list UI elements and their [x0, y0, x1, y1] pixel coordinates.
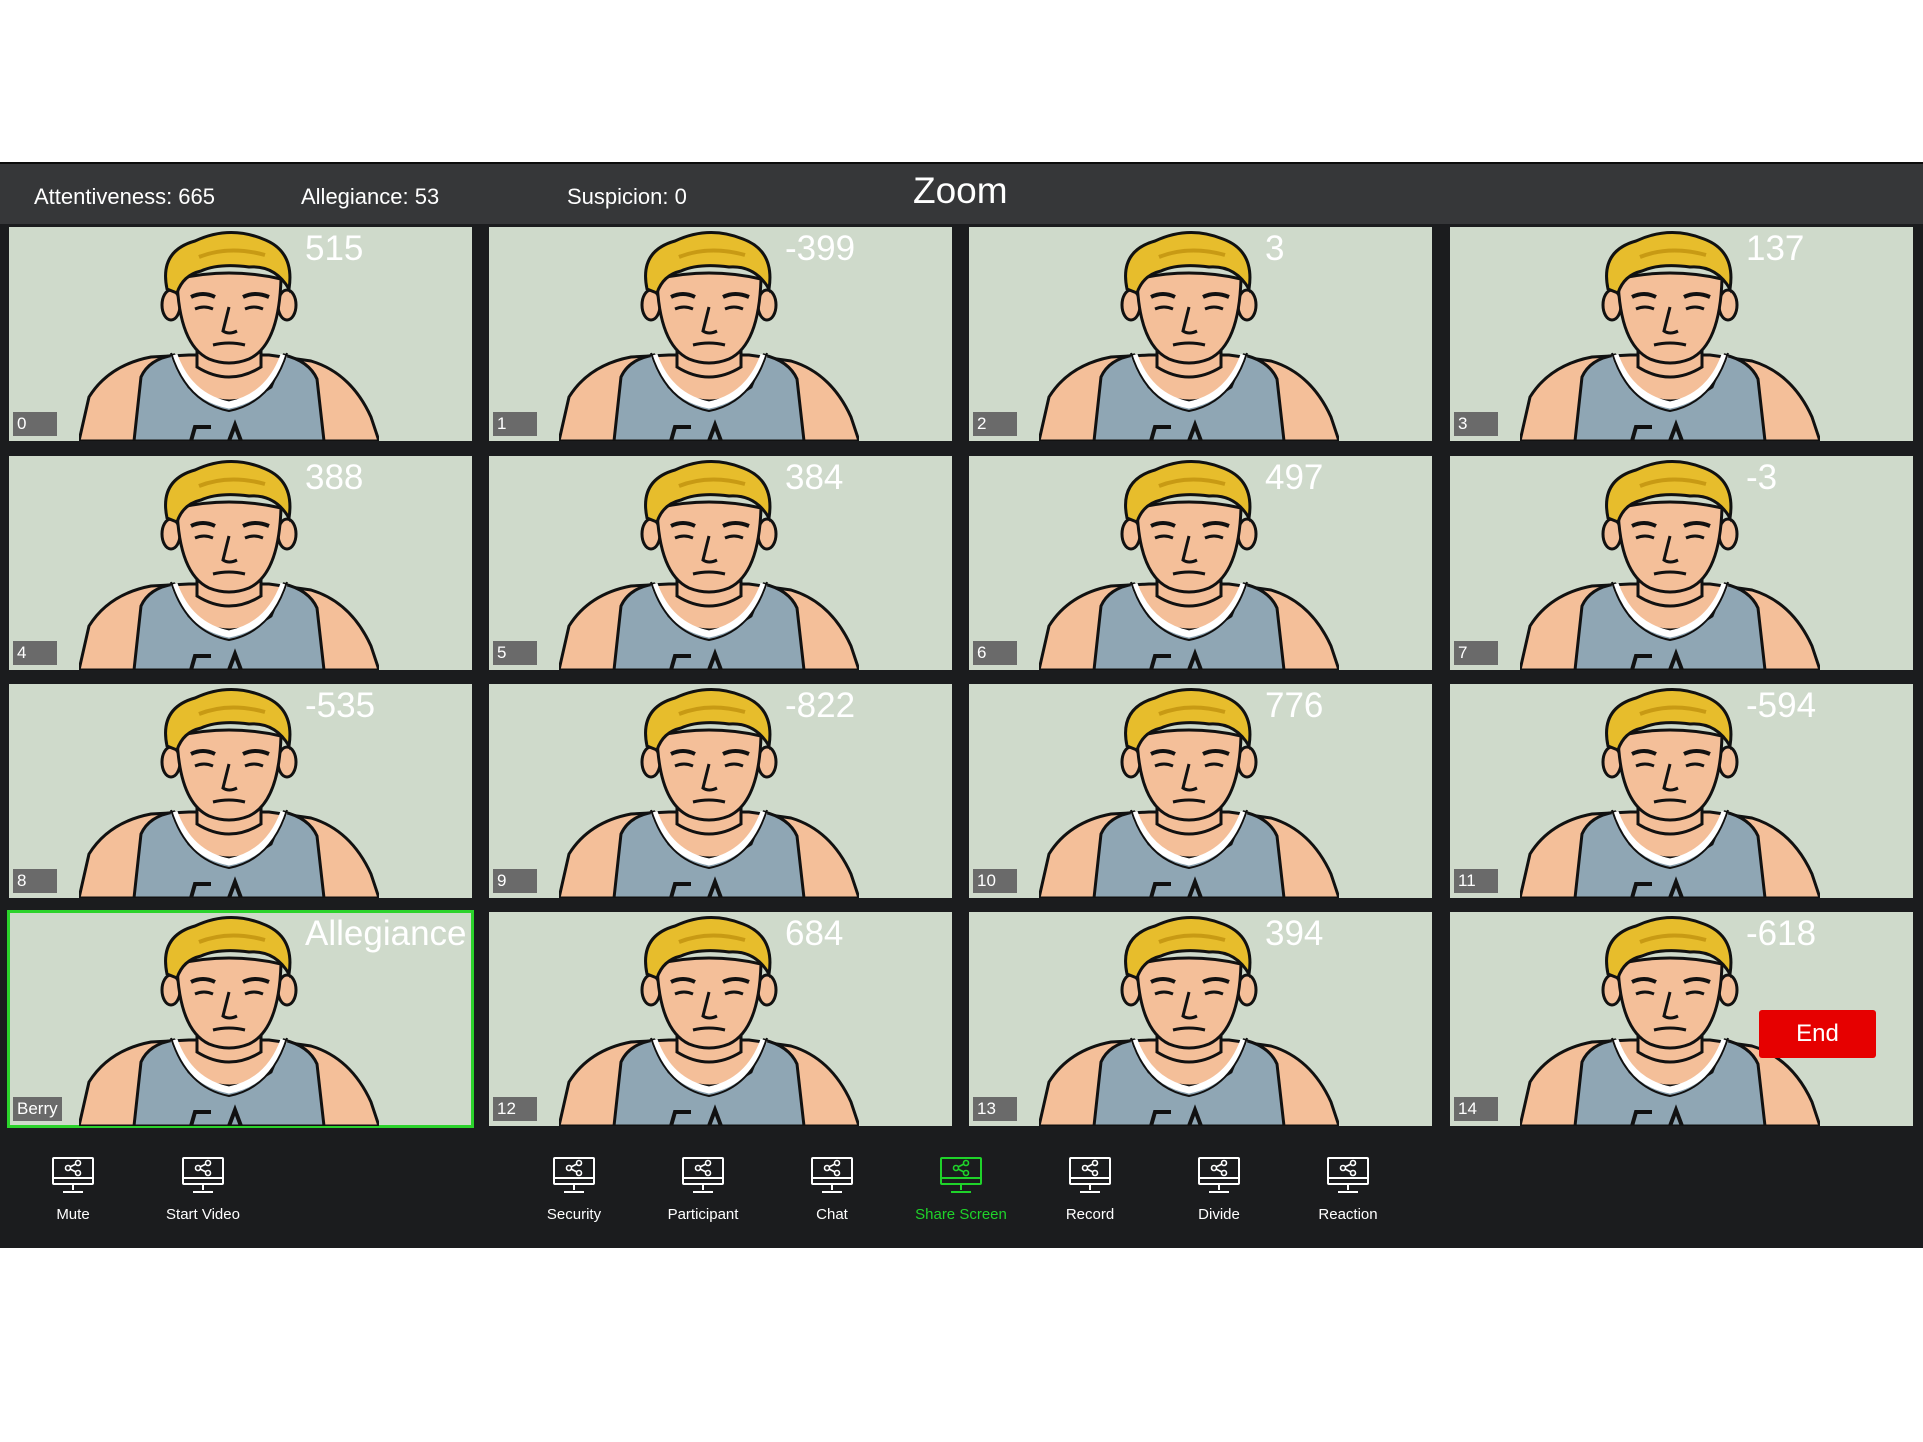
participant-score: 684: [785, 914, 844, 953]
participant-score: 497: [1265, 458, 1324, 497]
toolbar-button-label: Mute: [56, 1206, 90, 1223]
share-screen-icon: [181, 1156, 225, 1198]
participant-score: 384: [785, 458, 844, 497]
record-button[interactable]: Record: [1025, 1156, 1155, 1236]
participant-name-label: 8: [13, 869, 57, 893]
player-portrait-image: [1039, 227, 1339, 441]
toolbar-button-label: Participant: [667, 1206, 739, 1223]
participant-score: -535: [305, 686, 376, 725]
participant-score: 388: [305, 458, 364, 497]
participant-score: -399: [785, 229, 856, 268]
participant-score: 515: [305, 229, 364, 268]
participant-name-label: 1: [493, 412, 537, 436]
participant-name-label: 11: [1454, 869, 1498, 893]
participant-name-label: 14: [1454, 1097, 1498, 1121]
participant-name-label: 2: [973, 412, 1017, 436]
participant-score: -618: [1746, 914, 1817, 953]
share-screen-icon: [1068, 1156, 1112, 1198]
share-screen-icon: [1197, 1156, 1241, 1198]
participant-tile[interactable]: 32: [969, 227, 1432, 441]
share-screen-icon: [939, 1156, 983, 1198]
participant-name-label: 4: [13, 641, 57, 665]
suspicion-stat: Suspicion: 0: [567, 184, 687, 209]
participant-tile[interactable]: -594 11: [1450, 684, 1913, 898]
participant-tile[interactable]: -535 8: [9, 684, 472, 898]
bottom-toolbar: Mute Start Video Security Participant Chat Sh…: [0, 1140, 1923, 1246]
allegiance-stat: Allegiance: 53: [301, 184, 440, 209]
share-screen-icon: [810, 1156, 854, 1198]
participant-tile[interactable]: -399 1: [489, 227, 952, 441]
zoom-window: Attentiveness: 665 Allegiance: 53 Suspic…: [0, 162, 1923, 1248]
participant-name-label: 0: [13, 412, 57, 436]
participant-score: 137: [1746, 229, 1805, 268]
participant-score: Allegiance: [305, 914, 467, 953]
participant-tile[interactable]: 388 4: [9, 456, 472, 670]
top-bar: Attentiveness: 665 Allegiance: 53 Suspic…: [0, 164, 1923, 224]
participant-name-label: 9: [493, 869, 537, 893]
participant-tile[interactable]: 137 3: [1450, 227, 1913, 441]
divide-button[interactable]: Divide: [1154, 1156, 1284, 1236]
participant-name-label: Berry: [13, 1097, 62, 1121]
participant-button[interactable]: Participant: [638, 1156, 768, 1236]
participant-name-label: 12: [493, 1097, 537, 1121]
start-video-button[interactable]: Start Video: [138, 1156, 268, 1236]
participant-tile[interactable]: -822 9: [489, 684, 952, 898]
participant-grid: 515 0 -399 1 3 2 137 3 388 4 384 5 497 6 -3 7 -535 8 -822 9…: [0, 226, 1923, 1138]
participant-tile[interactable]: -3 7: [1450, 456, 1913, 670]
participant-name-label: 3: [1454, 412, 1498, 436]
reaction-button[interactable]: Reaction: [1283, 1156, 1413, 1236]
share-screen-icon: [552, 1156, 596, 1198]
toolbar-button-label: Reaction: [1318, 1206, 1378, 1223]
participant-name-label: 13: [973, 1097, 1017, 1121]
participant-score: -594: [1746, 686, 1817, 725]
participant-tile[interactable]: 394 13: [969, 912, 1432, 1126]
participant-name-label: 10: [973, 869, 1017, 893]
share-screen-icon: [51, 1156, 95, 1198]
participant-tile[interactable]: 515 0: [9, 227, 472, 441]
participant-score: 394: [1265, 914, 1324, 953]
toolbar-button-label: Divide: [1198, 1206, 1240, 1223]
chat-button[interactable]: Chat: [767, 1156, 897, 1236]
participant-tile[interactable]: 776 10: [969, 684, 1432, 898]
toolbar-button-label: Start Video: [166, 1206, 240, 1223]
participant-score: -822: [785, 686, 856, 725]
toolbar-button-label: Record: [1065, 1206, 1115, 1223]
participant-tile[interactable]: 384 5: [489, 456, 952, 670]
toolbar-button-label: Chat: [816, 1206, 848, 1223]
app-title: Zoom: [913, 170, 1008, 211]
participant-name-label: 5: [493, 641, 537, 665]
toolbar-button-label: Security: [546, 1206, 602, 1223]
toolbar-button-label: Share Screen: [915, 1206, 1007, 1223]
participant-tile[interactable]: 684 12: [489, 912, 952, 1126]
participant-name-label: 7: [1454, 641, 1498, 665]
participant-score: 3: [1265, 229, 1285, 268]
security-button[interactable]: Security: [509, 1156, 639, 1236]
end-button[interactable]: End: [1759, 1010, 1876, 1058]
share-screen-button[interactable]: Share Screen: [896, 1156, 1026, 1236]
participant-tile[interactable]: Allegiance Berry: [7, 910, 474, 1128]
participant-name-label: 6: [973, 641, 1017, 665]
share-screen-icon: [1326, 1156, 1370, 1198]
participant-tile[interactable]: 497 6: [969, 456, 1432, 670]
share-screen-icon: [681, 1156, 725, 1198]
attentiveness-stat: Attentiveness: 665: [34, 184, 216, 209]
mute-button[interactable]: Mute: [8, 1156, 138, 1236]
participant-score: -3: [1746, 458, 1778, 497]
participant-score: 776: [1265, 686, 1324, 725]
